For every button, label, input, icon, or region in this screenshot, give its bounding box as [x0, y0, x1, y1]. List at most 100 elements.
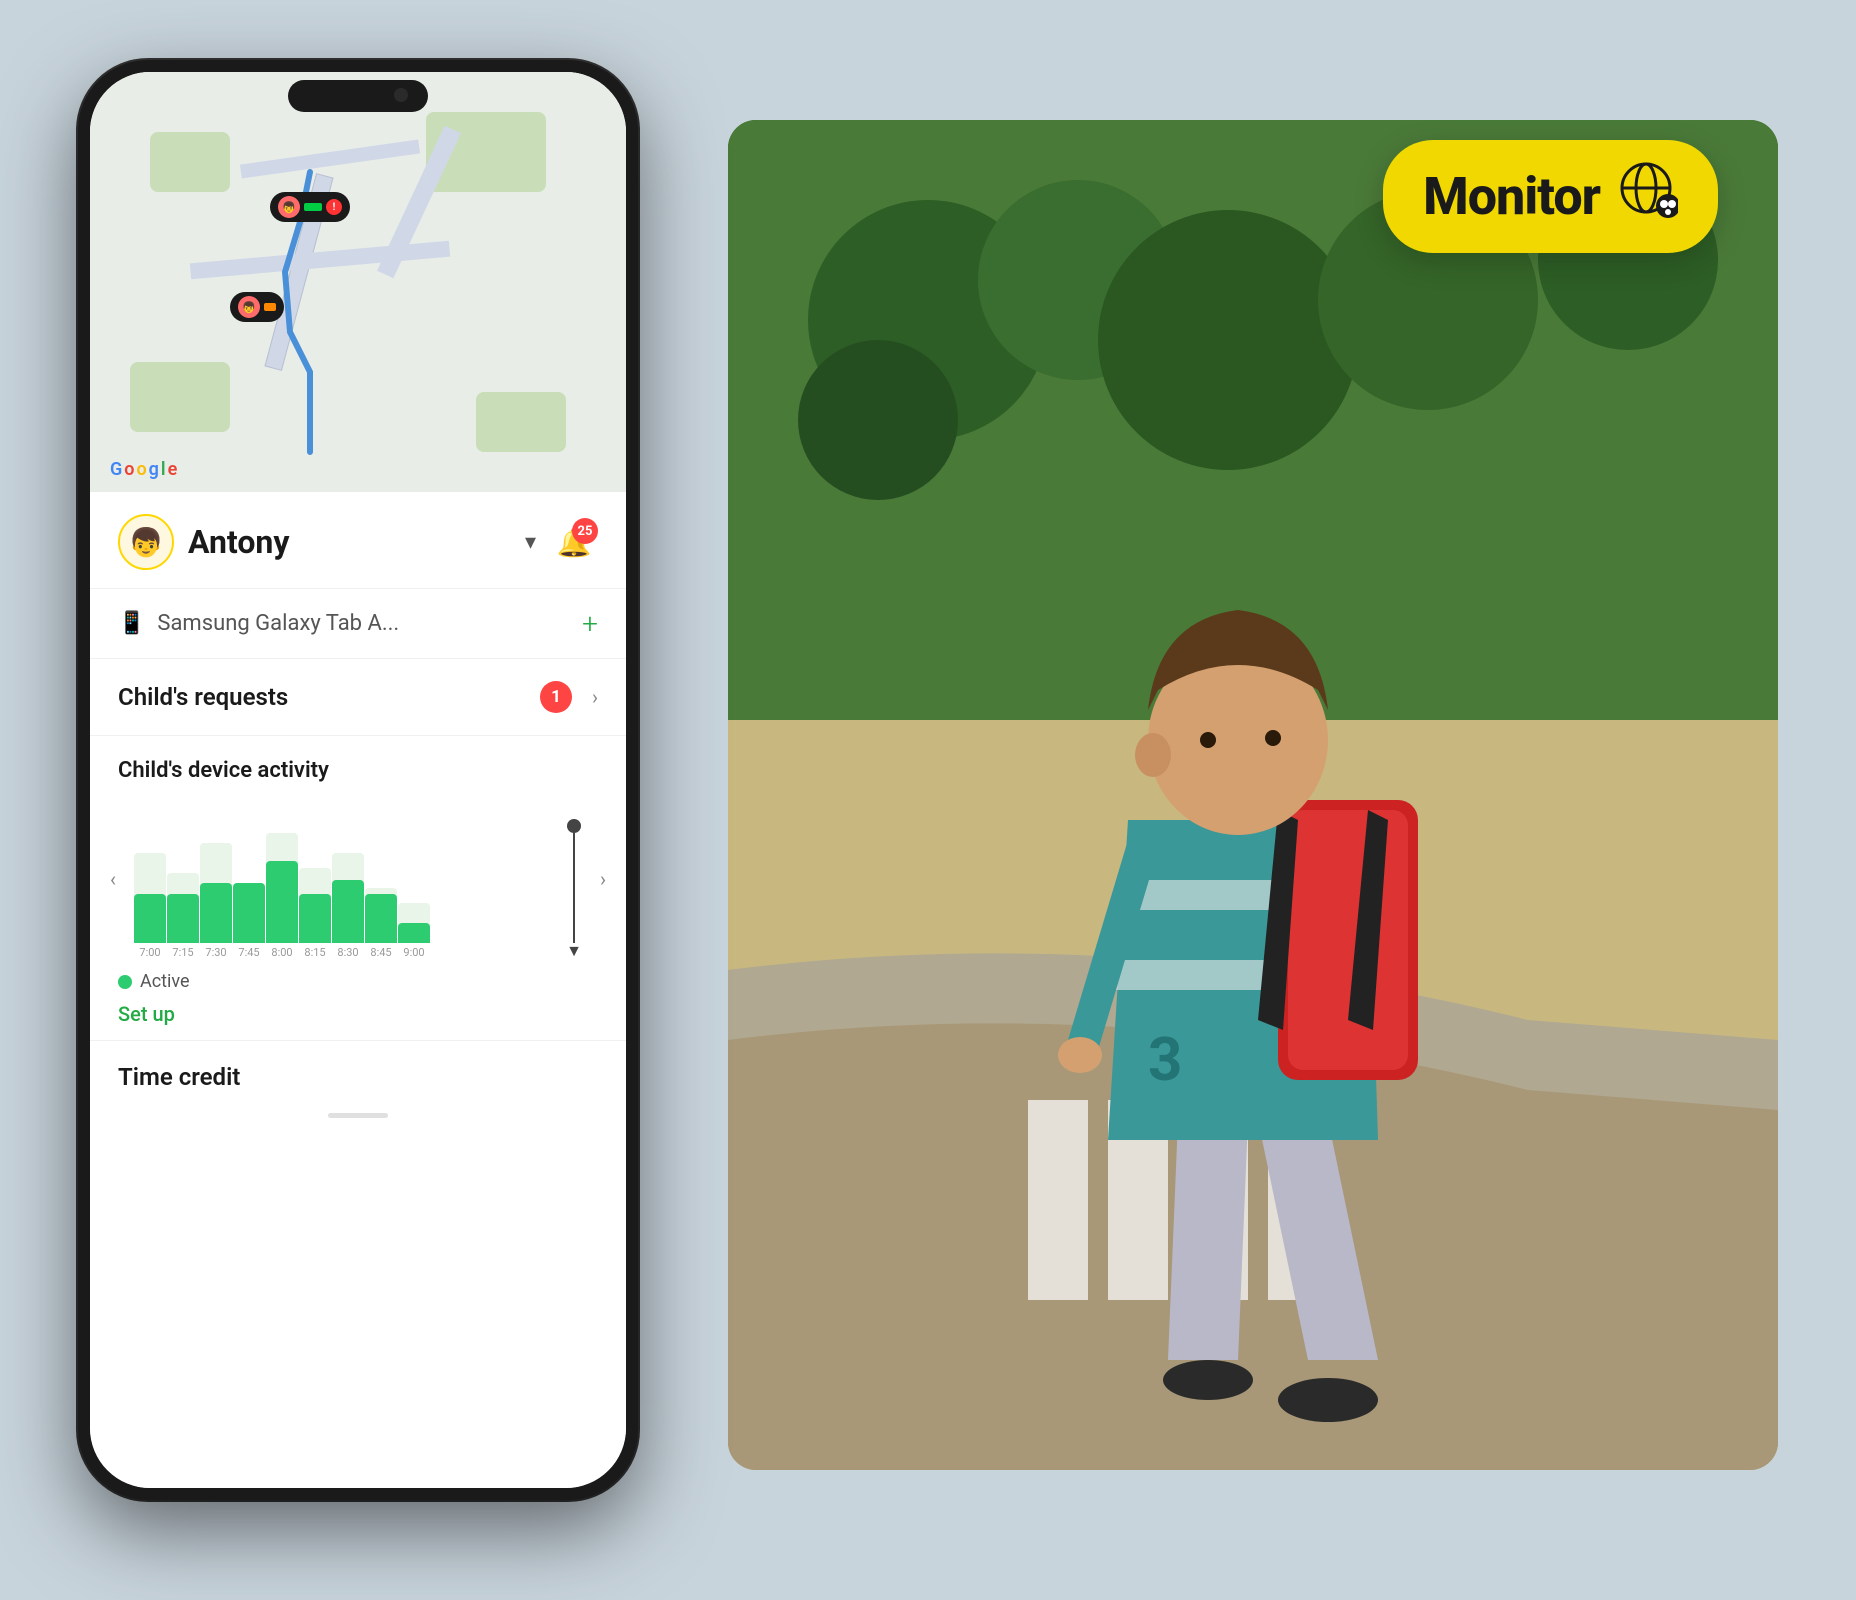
- activity-legend: Active: [118, 971, 598, 992]
- bar-col-1: 7:15: [167, 873, 199, 959]
- time-label-1: 7:15: [172, 946, 193, 959]
- app-header: 👦 Antony ▾ 🔔 25: [90, 492, 626, 589]
- notification-button[interactable]: 🔔 25: [550, 518, 598, 566]
- map-section: 👦 ! 👦: [90, 72, 626, 492]
- bar-outer-8: [398, 903, 430, 943]
- app-content: 👦 Antony ▾ 🔔 25 📱 Samsung Galaxy Tab A..…: [90, 492, 626, 1488]
- chart-nav-left[interactable]: ‹: [110, 867, 116, 891]
- current-time-indicator: ▼: [566, 819, 582, 959]
- bar-col-5: 8:15: [299, 868, 331, 959]
- bar-inner-4: [266, 861, 298, 944]
- bar-outer-6: [332, 853, 364, 943]
- indicator-dot: [567, 819, 581, 833]
- time-label-4: 8:00: [271, 946, 292, 959]
- bar-col-0: 7:00: [134, 853, 166, 959]
- map-green-area-3: [130, 362, 230, 432]
- device-row[interactable]: 📱 Samsung Galaxy Tab A... +: [90, 589, 626, 659]
- activity-chart: ‹ ▼: [118, 799, 598, 959]
- time-credit-section: Time credit: [90, 1041, 626, 1105]
- time-label-5: 8:15: [304, 946, 325, 959]
- marker-avatar-1: 👦: [278, 196, 300, 218]
- requests-label: Child's requests: [118, 683, 528, 711]
- time-label-6: 8:30: [337, 946, 358, 959]
- bar-col-8: 9:00: [398, 903, 430, 959]
- phone-frame: 👦 ! 👦: [78, 60, 638, 1500]
- time-credit-title: Time credit: [118, 1063, 598, 1091]
- scene: 3 Monitor: [78, 60, 1778, 1540]
- requests-row[interactable]: Child's requests 1 ›: [90, 659, 626, 736]
- map-background: 👦 ! 👦: [90, 72, 626, 492]
- battery-bar-1: [304, 203, 322, 211]
- activity-section: Child's device activity ‹ ▼: [90, 736, 626, 1041]
- scroll-divider: [328, 1113, 388, 1118]
- bar-col-6: 8:30: [332, 853, 364, 959]
- chart-bars-container: ▼ 7:00: [118, 829, 598, 959]
- phone-screen: 👦 ! 👦: [90, 72, 626, 1488]
- marker-avatar-2: 👦: [238, 296, 260, 318]
- battery-level-green: [304, 203, 322, 211]
- monitor-label: Monitor: [1423, 166, 1600, 227]
- bar-outer-1: [167, 873, 199, 943]
- alert-badge-1: !: [326, 199, 342, 215]
- phone-camera: [394, 88, 408, 102]
- battery-level-orange: [264, 303, 276, 311]
- monitor-badge[interactable]: Monitor: [1383, 140, 1718, 253]
- map-marker-1: 👦 !: [270, 192, 350, 222]
- device-name: Samsung Galaxy Tab A...: [157, 611, 570, 636]
- bar-inner-5: [299, 894, 331, 943]
- map-green-area-4: [476, 392, 566, 452]
- bar-inner-3: [233, 883, 265, 943]
- bar-col-2: 7:30: [200, 843, 232, 959]
- add-device-button[interactable]: +: [582, 607, 598, 640]
- device-icon: 📱: [118, 611, 145, 636]
- svg-text:3: 3: [1148, 1024, 1182, 1095]
- activity-title: Child's device activity: [118, 758, 598, 783]
- bar-col-7: 8:45: [365, 888, 397, 959]
- map-road-4: [240, 140, 420, 179]
- google-g2: g: [149, 459, 159, 480]
- time-label-0: 7:00: [139, 946, 160, 959]
- bar-outer-5: [299, 868, 331, 943]
- google-e: e: [168, 459, 178, 480]
- bar-outer-2: [200, 843, 232, 943]
- bar-col-4: 8:00: [266, 833, 298, 959]
- bar-inner-6: [332, 880, 364, 943]
- bars-row: 7:00 7:15: [134, 833, 582, 959]
- chart-nav-right[interactable]: ›: [600, 867, 606, 891]
- legend-label: Active: [140, 971, 190, 992]
- map-road-2: [190, 241, 450, 280]
- battery-bar-2: [264, 303, 276, 311]
- google-o1: o: [124, 459, 134, 480]
- bar-inner-7: [365, 894, 397, 944]
- child-avatar: 👦: [118, 514, 174, 570]
- legend-dot: [118, 975, 132, 989]
- monitor-icon: [1618, 160, 1678, 233]
- indicator-line: [573, 833, 575, 943]
- scene-svg: 3: [728, 120, 1778, 1470]
- indicator-arrow: ▼: [566, 943, 582, 959]
- google-o2: o: [136, 459, 146, 480]
- google-watermark: Google: [110, 459, 177, 480]
- bar-inner-0: [134, 894, 166, 944]
- child-name: Antony: [188, 523, 511, 561]
- bar-inner-8: [398, 923, 430, 943]
- bar-inner-1: [167, 894, 199, 943]
- phone-container: 👦 ! 👦: [78, 60, 638, 1500]
- notification-badge: 25: [572, 518, 598, 544]
- map-green-area-1: [150, 132, 230, 192]
- bar-inner-2: [200, 883, 232, 943]
- google-l: l: [161, 459, 166, 480]
- dropdown-icon[interactable]: ▾: [525, 530, 536, 555]
- time-label-7: 8:45: [370, 946, 391, 959]
- bar-col-3: 7:45: [233, 883, 265, 959]
- time-label-8: 9:00: [403, 946, 424, 959]
- bar-outer-3: [233, 883, 265, 943]
- time-label-2: 7:30: [205, 946, 226, 959]
- map-marker-2: 👦: [230, 292, 284, 322]
- bar-outer-0: [134, 853, 166, 943]
- google-g: G: [110, 459, 122, 480]
- setup-link[interactable]: Set up: [118, 1002, 175, 1026]
- chevron-right-icon: ›: [592, 685, 598, 709]
- bar-outer-4: [266, 833, 298, 943]
- background-photo: 3: [728, 120, 1778, 1470]
